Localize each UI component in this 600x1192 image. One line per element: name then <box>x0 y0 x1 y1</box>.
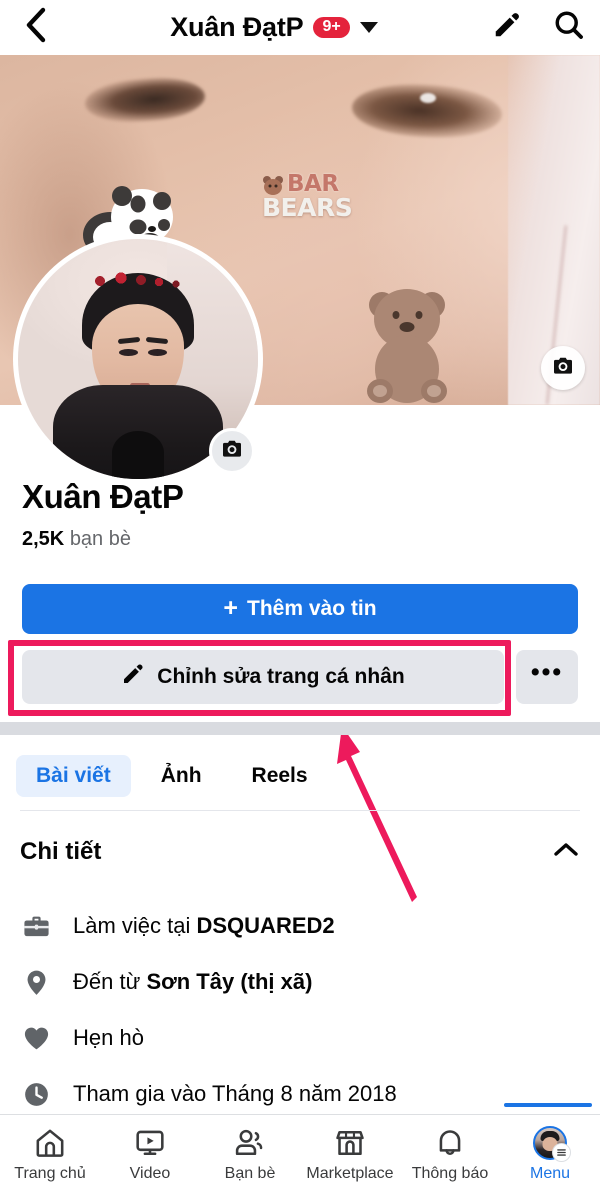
avatar-shirt <box>112 431 164 479</box>
profile-tabs: Bài viết Ảnh Reels <box>0 748 600 804</box>
caret-down-icon[interactable] <box>359 22 378 33</box>
heart-icon <box>20 1022 52 1054</box>
nav-item-home[interactable]: Trang chủ <box>0 1120 100 1192</box>
nav-item-marketplace-label: Marketplace <box>306 1165 394 1182</box>
search-icon <box>553 9 585 46</box>
we-bare-bears-logo: BAR BEARS <box>262 173 386 223</box>
home-icon <box>33 1126 67 1160</box>
edit-button[interactable] <box>476 0 538 55</box>
edit-profile-picture-button[interactable] <box>209 428 255 474</box>
logo-text-bears: BEARS <box>262 193 353 222</box>
tab-posts-label: Bài viết <box>36 764 111 787</box>
hamburger-icon <box>552 1143 571 1162</box>
nav-item-friends-label: Bạn bè <box>224 1165 276 1182</box>
bell-icon <box>433 1126 467 1160</box>
tab-photos-label: Ảnh <box>160 764 202 787</box>
notification-badge: 9+ <box>313 17 350 38</box>
tab-photos[interactable]: Ảnh <box>141 755 222 797</box>
bottom-navigation: Trang chủ Video Bạn bè Marketplace Thông… <box>0 1120 600 1192</box>
nav-item-marketplace[interactable]: Marketplace <box>300 1120 400 1192</box>
pencil-icon <box>121 662 145 692</box>
list-item[interactable]: Làm việc tại DSQUARED2 <box>20 898 580 954</box>
marketplace-icon <box>333 1126 367 1160</box>
list-item-text: Tham gia vào Tháng 8 năm 2018 <box>73 1081 397 1107</box>
nav-item-friends[interactable]: Bạn bè <box>200 1120 300 1192</box>
plus-icon: + <box>223 593 239 622</box>
avatar-eye-right <box>148 348 167 356</box>
search-button[interactable] <box>538 0 600 55</box>
avatar-menu-icon <box>533 1126 571 1162</box>
detail-strong-0: DSQUARED2 <box>196 913 335 938</box>
back-button[interactable] <box>0 0 72 55</box>
edit-cover-photo-button[interactable] <box>541 346 585 390</box>
chevron-left-icon <box>23 7 49 48</box>
add-to-story-label: Thêm vào tin <box>247 597 377 620</box>
more-options-button[interactable]: ••• <box>516 650 578 704</box>
top-bar: Xuân ĐạtP 9+ <box>0 0 600 55</box>
nav-item-home-label: Trang chủ <box>14 1165 86 1182</box>
friends-icon <box>233 1126 267 1160</box>
cover-face-eye-glint <box>420 93 436 103</box>
avatar-flower-crown <box>88 270 188 293</box>
avatar-brow-left <box>117 336 141 344</box>
ellipsis-icon: ••• <box>530 657 564 686</box>
detail-prefix-1: Đến từ <box>73 969 147 994</box>
logo-text-bar: BAR <box>287 171 339 197</box>
camera-icon <box>220 437 244 466</box>
tabs-divider <box>20 810 580 811</box>
tab-reels[interactable]: Reels <box>232 755 328 797</box>
top-bar-actions <box>476 0 600 55</box>
pencil-icon <box>492 10 522 45</box>
tab-posts[interactable]: Bài viết <box>16 755 131 797</box>
nav-item-notifications-label: Thông báo <box>411 1165 489 1182</box>
avatar-eye-left <box>119 348 138 356</box>
nav-item-menu[interactable]: Menu <box>500 1120 600 1192</box>
scroll-indicator[interactable] <box>504 1103 592 1107</box>
nav-avatar <box>533 1126 571 1162</box>
nav-item-video[interactable]: Video <box>100 1120 200 1192</box>
avatar[interactable] <box>13 234 263 484</box>
section-separator <box>0 722 600 735</box>
friends-count-label: bạn bè <box>69 528 131 550</box>
list-item-text: Đến từ Sơn Tây (thị xã) <box>73 969 312 995</box>
list-item-text: Làm việc tại DSQUARED2 <box>73 913 335 939</box>
list-item-text: Hẹn hò <box>73 1025 144 1051</box>
edit-profile-button[interactable]: Chỉnh sửa trang cá nhân <box>22 650 504 704</box>
briefcase-icon <box>20 910 52 942</box>
camera-icon <box>551 354 575 383</box>
detail-prefix-2: Hẹn hò <box>73 1025 144 1050</box>
facebook-profile-screen: Xuân ĐạtP 9+ BAR BEARS Xuân ĐạtP 2,5K bạ… <box>0 0 600 1192</box>
nav-item-video-label: Video <box>129 1165 171 1182</box>
video-icon <box>133 1126 167 1160</box>
nav-item-notifications[interactable]: Thông báo <box>400 1120 500 1192</box>
profile-name: Xuân ĐạtP <box>22 478 184 515</box>
add-to-story-button[interactable]: + Thêm vào tin <box>22 584 578 634</box>
avatar-brow-right <box>145 336 169 344</box>
nav-item-menu-label: Menu <box>529 1165 571 1182</box>
avatar-jacket <box>53 385 223 479</box>
details-header[interactable]: Chi tiết <box>20 832 580 872</box>
list-item[interactable]: Đến từ Sơn Tây (thị xã) <box>20 954 580 1010</box>
details-title: Chi tiết <box>20 838 102 865</box>
location-pin-icon <box>20 966 52 998</box>
friends-count-number: 2,5K <box>22 528 65 550</box>
secondary-action-row: Chỉnh sửa trang cá nhân ••• <box>22 650 578 704</box>
edit-profile-label: Chỉnh sửa trang cá nhân <box>157 665 405 688</box>
brown-bear-sticker-icon <box>360 283 456 405</box>
clock-icon <box>20 1078 52 1110</box>
tab-reels-label: Reels <box>251 764 308 787</box>
detail-prefix-3: Tham gia vào Tháng 8 năm 2018 <box>73 1081 397 1106</box>
page-title: Xuân ĐạtP <box>170 12 304 42</box>
friends-count[interactable]: 2,5K bạn bè <box>22 528 131 551</box>
detail-strong-1: Sơn Tây (thị xã) <box>146 969 313 994</box>
bottom-nav-divider <box>0 1114 600 1115</box>
chevron-up-icon[interactable] <box>552 840 580 865</box>
detail-prefix-0: Làm việc tại <box>73 913 197 938</box>
list-item[interactable]: Hẹn hò <box>20 1010 580 1066</box>
details-list: Làm việc tại DSQUARED2 Đến từ Sơn Tây (t… <box>20 898 580 1122</box>
profile-title-group[interactable]: Xuân ĐạtP 9+ <box>72 0 476 55</box>
small-bear-icon <box>263 176 283 195</box>
